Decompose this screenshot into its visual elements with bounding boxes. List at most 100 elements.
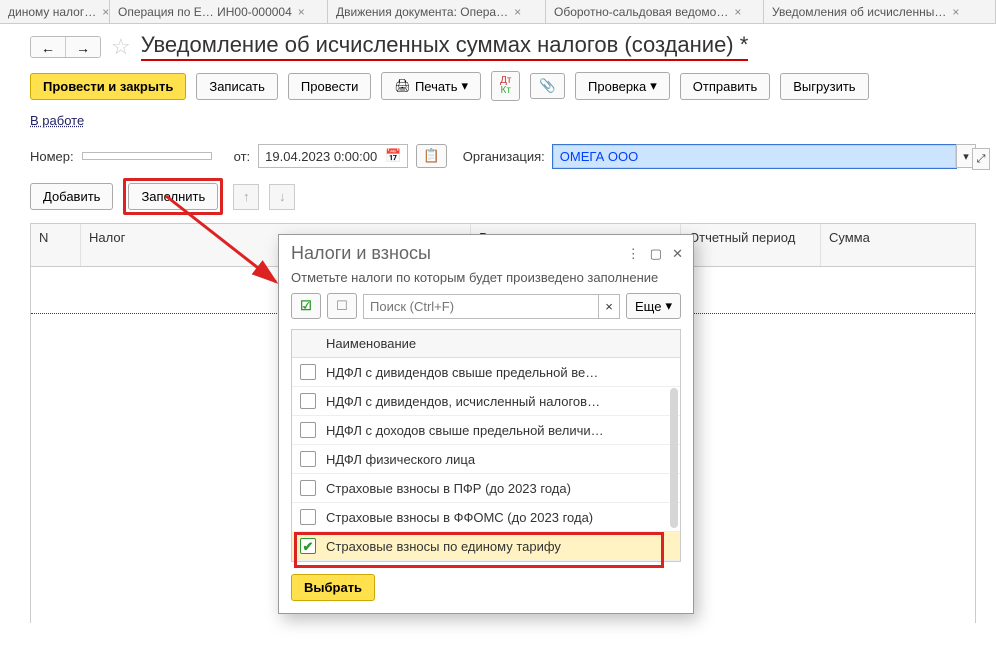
tab-label: Оборотно-сальдовая ведомо…	[554, 5, 728, 19]
close-icon[interactable]: ×	[298, 5, 305, 19]
toolbar: Провести и закрыть Записать Провести 🖨 П…	[0, 65, 996, 111]
date-input[interactable]: 19.04.2023 0:00:00 📅	[258, 144, 408, 168]
col-name: Наименование	[326, 336, 416, 351]
action-row: Добавить Заполнить ↑ ↓	[0, 178, 996, 223]
expand-icon[interactable]: ⤢	[972, 148, 990, 170]
clear-search-icon[interactable]: ×	[598, 294, 620, 319]
item-label: Страховые взносы в ФФОМС (до 2023 года)	[326, 510, 593, 525]
checkbox[interactable]	[300, 451, 316, 467]
save-button[interactable]: Записать	[196, 73, 278, 100]
add-button[interactable]: Добавить	[30, 183, 113, 210]
search-input[interactable]	[363, 294, 598, 319]
check-label: Проверка	[588, 79, 646, 94]
date-label: от:	[234, 149, 251, 164]
nav-buttons: ← →	[30, 36, 101, 58]
list-item[interactable]: НДФЛ с дивидендов, исчисленный налогов…	[292, 387, 680, 416]
popup-hint: Отметьте налоги по которым будет произве…	[279, 268, 693, 293]
list-item[interactable]: Страховые взносы в ПФР (до 2023 года)	[292, 474, 680, 503]
org-input[interactable]: ОМЕГА ООО	[553, 145, 956, 168]
star-icon[interactable]: ☆	[109, 34, 133, 60]
header: ← → ☆ Уведомление об исчисленных суммах …	[0, 24, 996, 65]
printer-icon: 🖨	[394, 78, 411, 94]
item-label: НДФЛ с доходов свыше предельной величи…	[326, 423, 604, 438]
item-label: НДФЛ с дивидендов свыше предельной ве…	[326, 365, 598, 380]
list-item[interactable]: НДФЛ с дивидендов свыше предельной ве…	[292, 358, 680, 387]
far-right-icons: ⤢	[972, 148, 990, 170]
item-label: НДФЛ физического лица	[326, 452, 475, 467]
print-label: Печать	[415, 79, 458, 94]
popup-search: ×	[363, 294, 620, 319]
close-icon[interactable]: ×	[514, 5, 521, 19]
tabs-bar: диному налог… × Операция по Е… ИН00-0000…	[0, 0, 996, 24]
list-item-selected[interactable]: Страховые взносы по единому тарифу	[292, 532, 680, 561]
popup-list: Наименование НДФЛ с дивидендов свыше пре…	[291, 329, 681, 562]
attachment-button[interactable]: 📎	[530, 73, 565, 99]
org-label: Организация:	[463, 149, 545, 164]
status-row: В работе	[0, 111, 996, 138]
col-n: N	[31, 224, 81, 266]
page-title: Уведомление об исчисленных суммах налого…	[141, 32, 749, 61]
status-link[interactable]: В работе	[30, 113, 84, 128]
forward-button[interactable]: →	[65, 37, 100, 57]
chevron-down-icon: ▾	[650, 78, 657, 94]
tab[interactable]: Оборотно-сальдовая ведомо… ×	[546, 0, 764, 23]
highlight-annotation: Заполнить	[123, 178, 223, 215]
popup-footer: Выбрать	[279, 562, 693, 613]
tab[interactable]: Уведомления об исчисленны… ×	[764, 0, 996, 23]
checkbox-checked[interactable]	[300, 538, 316, 554]
export-button[interactable]: Выгрузить	[780, 73, 868, 100]
col-period: Отчетный период	[681, 224, 821, 266]
form-row: Номер: от: 19.04.2023 0:00:00 📅 📋 Органи…	[0, 138, 996, 178]
post-and-close-button[interactable]: Провести и закрыть	[30, 73, 186, 100]
chevron-down-icon: ▾	[462, 78, 469, 94]
post-button[interactable]: Провести	[288, 73, 372, 100]
more-label: Еще	[635, 299, 661, 314]
list-item[interactable]: НДФЛ с доходов свыше предельной величи…	[292, 416, 680, 445]
list-item[interactable]: Страховые взносы в ФФОМС (до 2023 года)	[292, 503, 680, 532]
calendar-icon[interactable]: 📅	[385, 148, 401, 164]
popup-title: Налоги и взносы	[291, 243, 627, 264]
select-button[interactable]: Выбрать	[291, 574, 375, 601]
close-icon[interactable]: ×	[952, 5, 959, 19]
tab[interactable]: диному налог… ×	[0, 0, 110, 23]
checkbox[interactable]	[300, 422, 316, 438]
item-label: Страховые взносы в ПФР (до 2023 года)	[326, 481, 571, 496]
tab-label: Движения документа: Опера…	[336, 5, 508, 19]
checkbox[interactable]	[300, 509, 316, 525]
list-item[interactable]: НДФЛ физического лица	[292, 445, 680, 474]
more-button[interactable]: Еще ▾	[626, 293, 681, 319]
scrollbar-thumb[interactable]	[670, 388, 678, 528]
move-up-button[interactable]: ↑	[233, 184, 259, 210]
maximize-icon[interactable]: ▢	[650, 246, 662, 262]
date-value: 19.04.2023 0:00:00	[265, 149, 377, 164]
number-input[interactable]	[82, 152, 212, 160]
dtkt-icon-button[interactable]: ДтКт	[491, 71, 520, 101]
more-vertical-icon[interactable]: ⋮	[627, 246, 640, 262]
item-label: НДФЛ с дивидендов, исчисленный налогов…	[326, 394, 600, 409]
popup-taxes: Налоги и взносы ⋮ ▢ ✕ Отметьте налоги по…	[278, 234, 694, 614]
check-button[interactable]: Проверка ▾	[575, 72, 670, 100]
tab-label: Уведомления об исчисленны…	[772, 5, 946, 19]
close-icon[interactable]: ×	[734, 5, 741, 19]
send-button[interactable]: Отправить	[680, 73, 770, 100]
close-icon[interactable]: ✕	[672, 246, 683, 262]
org-field-wrap: ОМЕГА ООО ▾	[553, 144, 976, 168]
tab[interactable]: Движения документа: Опера… ×	[328, 0, 546, 23]
chevron-down-icon: ▾	[665, 298, 672, 314]
check-all-icon[interactable]: ☑	[291, 293, 321, 319]
fill-button[interactable]: Заполнить	[128, 183, 218, 210]
close-icon[interactable]: ×	[102, 5, 109, 19]
uncheck-all-icon[interactable]: ☐	[327, 293, 357, 319]
move-down-button[interactable]: ↓	[269, 184, 295, 210]
schedule-icon-button[interactable]: 📋	[416, 144, 447, 168]
tab-label: Операция по Е… ИН00-000004	[118, 5, 292, 19]
print-button[interactable]: 🖨 Печать ▾	[381, 72, 481, 100]
col-sum: Сумма	[821, 224, 975, 266]
list-header: Наименование	[292, 330, 680, 358]
paperclip-icon: 📎	[539, 78, 556, 94]
back-button[interactable]: ←	[31, 37, 65, 57]
tab[interactable]: Операция по Е… ИН00-000004 ×	[110, 0, 328, 23]
checkbox[interactable]	[300, 393, 316, 409]
checkbox[interactable]	[300, 480, 316, 496]
checkbox[interactable]	[300, 364, 316, 380]
